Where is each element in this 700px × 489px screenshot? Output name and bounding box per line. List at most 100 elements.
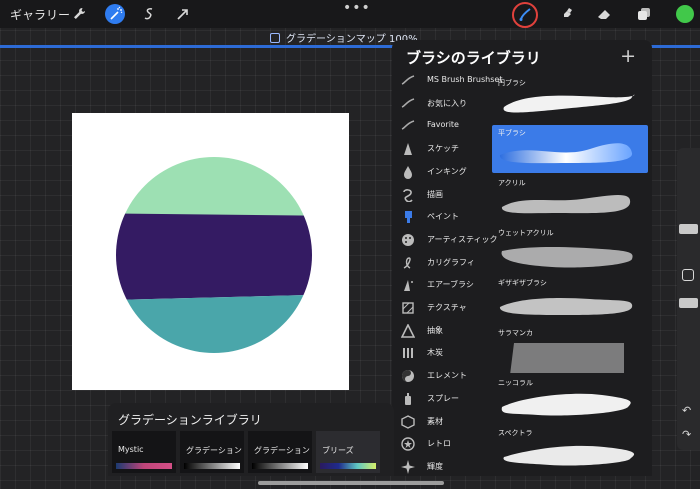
brush-category-label: 描画 xyxy=(427,189,443,199)
more-menu-button[interactable]: ••• xyxy=(343,0,371,16)
brush-category-item[interactable]: エアーブラシ xyxy=(392,274,492,296)
smudge-icon[interactable] xyxy=(556,4,576,24)
modify-button[interactable] xyxy=(682,269,694,281)
airbrush-icon xyxy=(404,280,413,292)
brush-stroke-preview xyxy=(499,297,633,315)
gallery-button[interactable]: ギャラリー xyxy=(10,6,70,23)
brush-category-item[interactable]: Favorite xyxy=(392,115,492,137)
brush-category-item[interactable]: アーティスティック xyxy=(392,229,498,251)
texture-icon xyxy=(402,302,414,314)
triangle-icon xyxy=(401,323,415,338)
palette-icon xyxy=(402,233,414,246)
brush-category-item[interactable]: 描画 xyxy=(392,184,492,206)
brush-category-item[interactable]: 木炭 xyxy=(392,342,492,364)
brush-size-slider[interactable] xyxy=(679,224,698,234)
brush-library-title: ブラシのライブラリ xyxy=(406,49,541,67)
mint-band xyxy=(116,157,312,223)
sparkle-icon xyxy=(401,459,415,474)
brush-category-item[interactable]: レトロ xyxy=(392,433,492,455)
undo-button[interactable]: ↶ xyxy=(682,404,691,417)
gradient-tile[interactable]: Mystic xyxy=(112,431,176,473)
stroke-icon xyxy=(401,75,415,85)
brush-item[interactable]: アクリル xyxy=(492,175,648,223)
brush-category-label: 抽象 xyxy=(427,325,443,335)
brush-category-label: スプレー xyxy=(427,393,459,403)
gradient-swatch xyxy=(320,463,376,469)
gradient-name: グラデーション xyxy=(186,446,242,455)
brush-category-label: エレメント xyxy=(427,371,467,381)
brush-icon[interactable] xyxy=(512,2,538,28)
gradient-name: Mystic xyxy=(118,445,144,454)
purple-band xyxy=(116,213,312,301)
calligraphy-icon xyxy=(403,256,411,269)
brush-category-item[interactable]: エレメント xyxy=(392,365,492,387)
brush-item[interactable]: ニッコラル xyxy=(492,375,648,423)
brush-stroke-preview xyxy=(501,393,631,416)
gradient-name: ブリーズ xyxy=(322,446,354,455)
brush-category-item[interactable]: MS Brush Brushset xyxy=(392,70,502,92)
brush-category-item[interactable]: インキング xyxy=(392,161,492,183)
spray-can-icon xyxy=(405,392,411,405)
gradient-tile[interactable]: ブリーズ xyxy=(316,431,380,473)
brush-category-item[interactable]: スケッチ xyxy=(392,138,492,160)
brush-stroke-preview xyxy=(510,343,624,373)
brush-item[interactable]: 平ブラシ xyxy=(492,125,648,173)
top-toolbar: ギャラリー ••• xyxy=(0,0,700,28)
brush-stroke-preview xyxy=(501,195,631,214)
magic-wand-icon[interactable] xyxy=(105,4,125,24)
selection-icon[interactable] xyxy=(140,4,160,24)
gradient-circle-artwork xyxy=(116,157,312,353)
gradient-name: グラデーション xyxy=(254,446,310,455)
star-badge-icon xyxy=(401,437,415,451)
home-indicator[interactable] xyxy=(258,481,444,485)
brush-item[interactable]: 円ブラシ xyxy=(492,75,648,123)
brush-stroke-preview xyxy=(503,445,635,466)
brush-category-label: エアーブラシ xyxy=(427,280,474,290)
brush-category-label: テクスチャ xyxy=(427,303,467,312)
brush-stroke-preview xyxy=(503,94,635,113)
gradient-library-title: グラデーションライブラリ xyxy=(118,413,262,427)
curl-icon xyxy=(403,188,413,202)
eraser-icon[interactable] xyxy=(594,4,614,24)
wrench-icon[interactable] xyxy=(69,4,89,24)
brush-category-item[interactable]: テクスチャ xyxy=(392,297,492,319)
brush-library-panel: ブラシのライブラリ + MS Brush Brushset お気に入り Favori… xyxy=(392,40,652,476)
pencil-tip-icon xyxy=(404,143,412,156)
transform-arrow-icon[interactable] xyxy=(173,4,193,24)
brush-item[interactable]: サラマンカ xyxy=(492,325,648,373)
brush-item[interactable]: ウェットアクリル xyxy=(492,225,648,273)
artwork-canvas[interactable] xyxy=(72,113,349,390)
gradient-swatch xyxy=(116,463,172,469)
color-picker-button[interactable] xyxy=(676,5,694,23)
layers-icon[interactable] xyxy=(634,4,654,24)
brush-category-label: インキング xyxy=(427,166,467,176)
brush-item[interactable]: スペクトラ xyxy=(492,425,648,473)
brush-category-item[interactable]: 輝度 xyxy=(392,456,492,476)
opacity-slider[interactable] xyxy=(679,298,698,308)
redo-button[interactable]: ↷ xyxy=(682,428,691,441)
brush-category-label: 木炭 xyxy=(427,348,443,358)
brush-item[interactable]: ギザギザブラシ xyxy=(492,275,648,323)
brush-category-item[interactable]: カリグラフィ xyxy=(392,252,492,274)
brush-category-label: レトロ xyxy=(427,439,451,449)
brush-category-item[interactable]: ペイント xyxy=(392,206,492,228)
brush-stroke-preview xyxy=(499,143,633,164)
gradient-swatch xyxy=(252,463,308,469)
gradient-tile[interactable]: グラデーション xyxy=(180,431,244,473)
teal-band xyxy=(116,294,312,353)
brush-category-item[interactable]: お気に入り xyxy=(392,93,492,115)
gradient-tile[interactable]: グラデーション xyxy=(248,431,312,473)
brush-category-item[interactable]: 抽象 xyxy=(392,320,492,342)
image-icon xyxy=(270,32,280,43)
brush-category-item[interactable]: スプレー xyxy=(392,388,492,410)
brush-category-item[interactable]: 素材 xyxy=(392,411,492,433)
yin-yang-icon xyxy=(402,370,414,383)
size-opacity-sidebar: ↶ ↷ xyxy=(677,148,700,450)
cube-icon xyxy=(401,414,415,429)
stroke-icon xyxy=(401,97,415,108)
brush-category-label: Favorite xyxy=(427,120,459,130)
charcoal-icon xyxy=(403,348,413,359)
brush-category-label: 素材 xyxy=(427,416,443,426)
gradient-library-panel: グラデーションライブラリ Mystic グラデーション グラデーション ブリーズ xyxy=(108,403,394,476)
add-brush-button[interactable]: + xyxy=(620,45,636,67)
